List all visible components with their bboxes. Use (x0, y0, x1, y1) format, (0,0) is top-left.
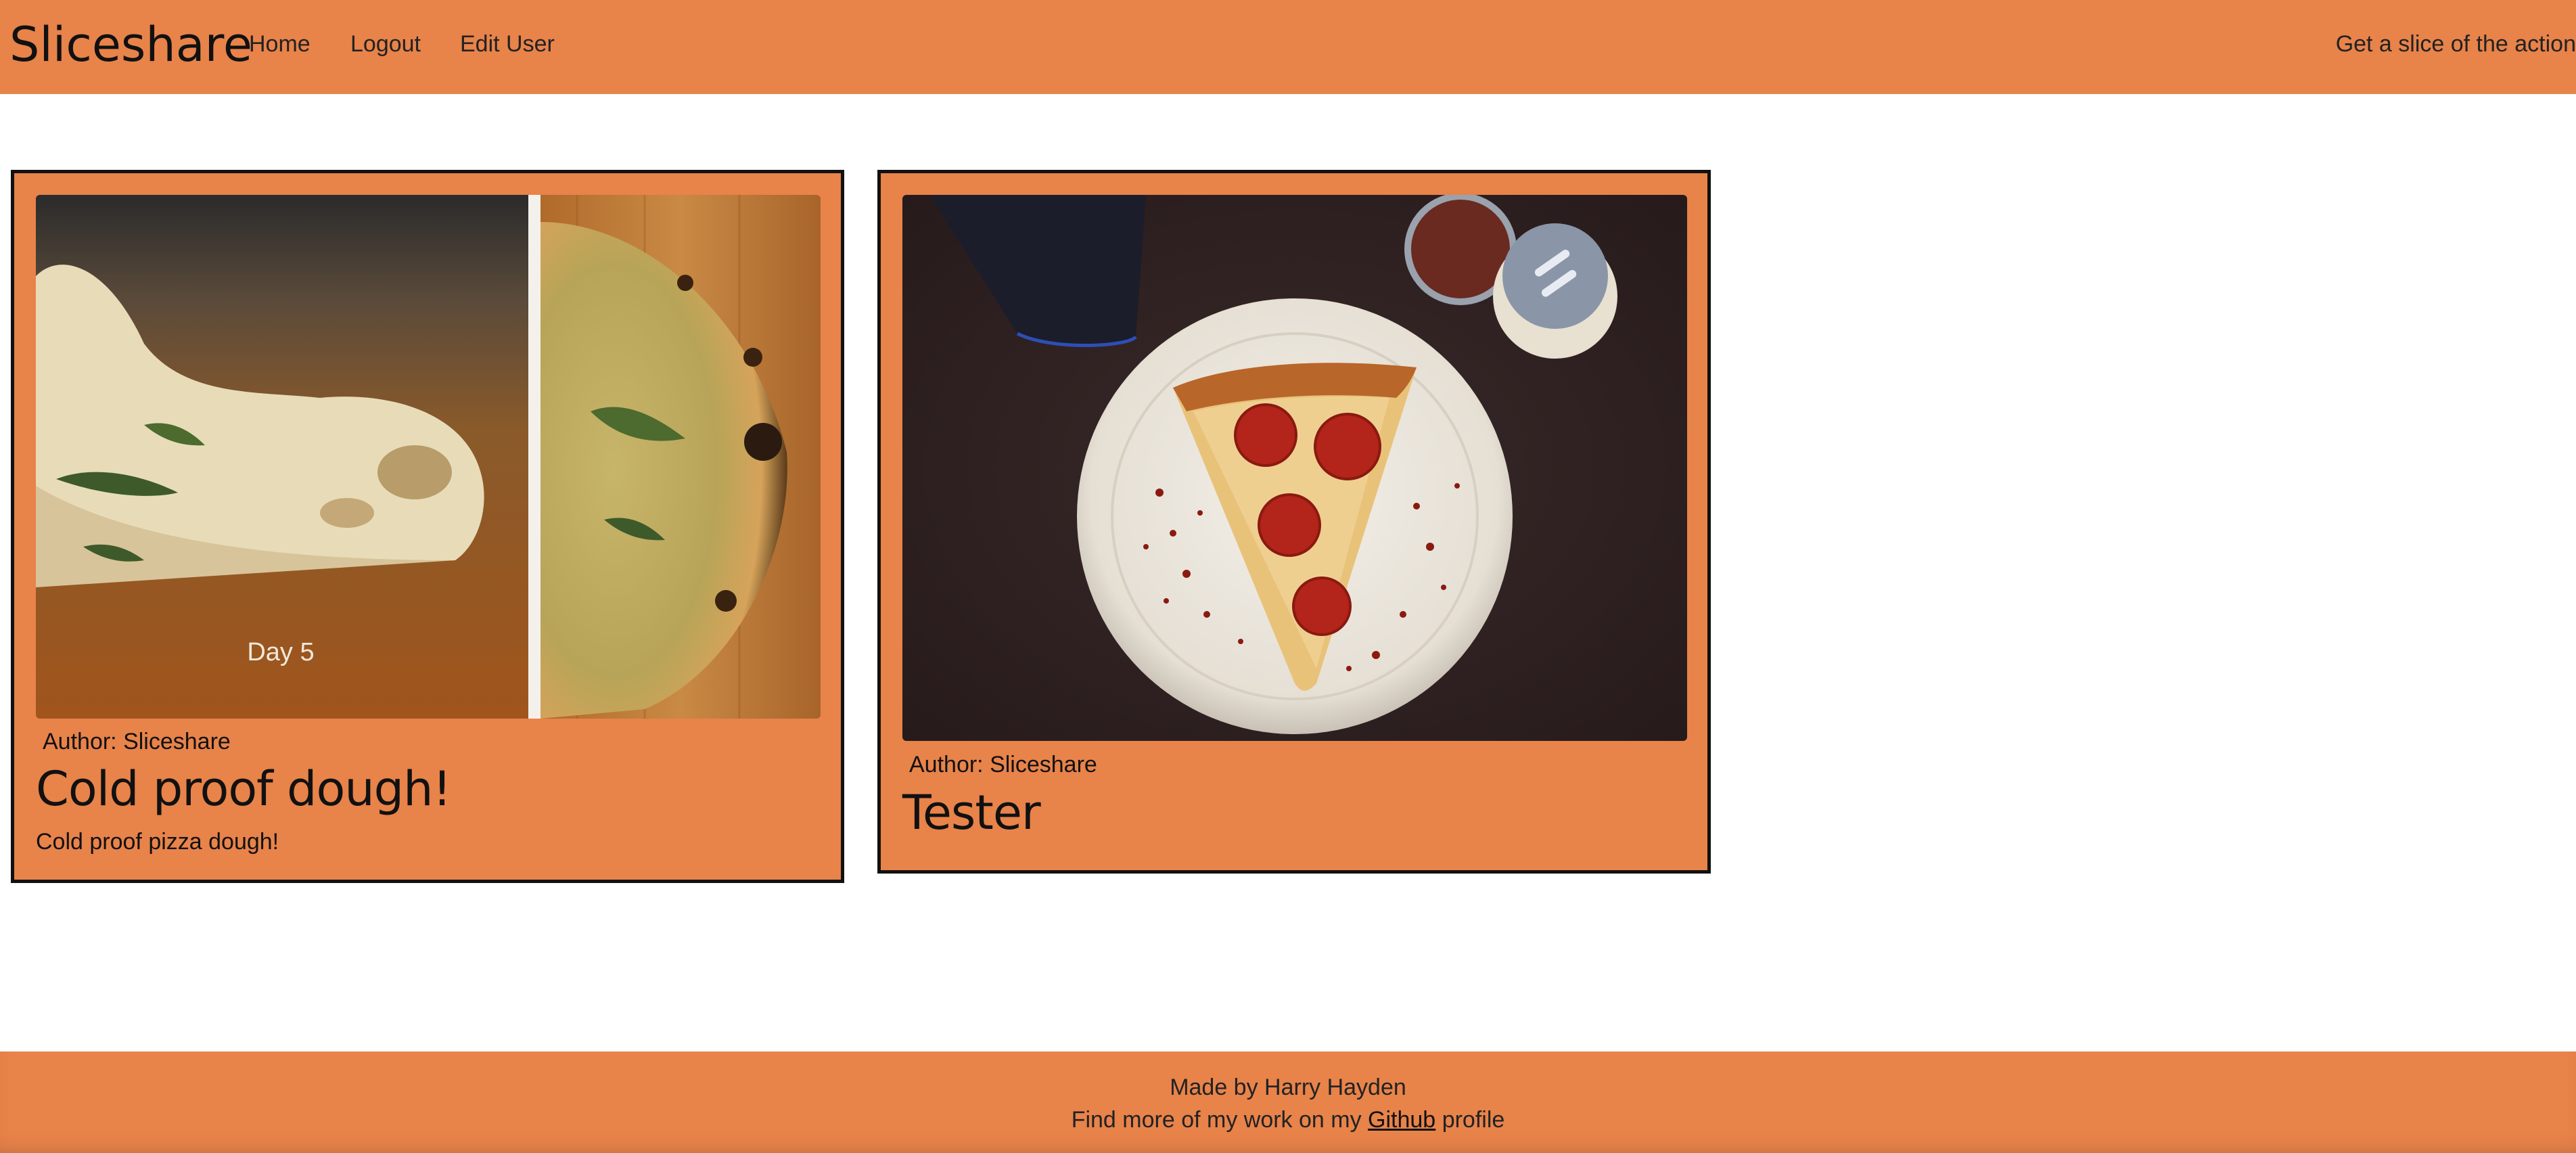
github-link[interactable]: Github (1368, 1107, 1435, 1133)
footer-github-line: Find more of my work on my Github profil… (0, 1104, 2576, 1135)
post-card[interactable]: Author: Sliceshare Tester (877, 170, 1711, 874)
post-author: Author: Sliceshare (909, 752, 1097, 777)
footer: Made by Harry Hayden Find more of my wor… (0, 1052, 2576, 1153)
footer-github-suffix: profile (1442, 1107, 1505, 1133)
post-title[interactable]: Tester (902, 784, 1041, 841)
post-image[interactable] (902, 195, 1687, 741)
navbar: Sliceshare Home Logout Edit User Get a s… (0, 0, 2576, 94)
nav-logout-link[interactable]: Logout (350, 28, 421, 60)
image-caption: Day 5 (247, 638, 314, 666)
post-card[interactable]: Day 5 Author: Sliceshare Cold proof doug… (11, 170, 844, 883)
post-description: Cold proof pizza dough! (36, 829, 279, 855)
nav-edit-user-link[interactable]: Edit User (460, 28, 555, 60)
brand-logo[interactable]: Sliceshare (9, 16, 252, 73)
post-image[interactable]: Day 5 (36, 195, 821, 719)
tagline: Get a slice of the action (2335, 31, 2576, 57)
dough-photo: Day 5 (36, 195, 821, 719)
post-title[interactable]: Cold proof dough! (36, 761, 452, 817)
nav-home-link[interactable]: Home (249, 28, 310, 60)
footer-credit: Made by Harry Hayden (1170, 1075, 1406, 1100)
footer-github-prefix: Find more of my work on my (1071, 1107, 1362, 1133)
post-author: Author: Sliceshare (43, 729, 231, 754)
pizza-photo (902, 195, 1687, 741)
